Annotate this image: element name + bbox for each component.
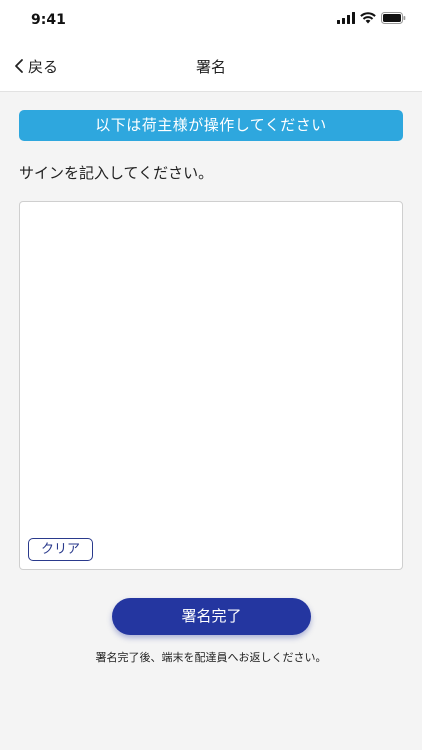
complete-signature-button[interactable]: 署名完了: [112, 598, 311, 635]
status-bar: 9:41: [0, 0, 422, 40]
nav-bar: 戻る 署名: [0, 40, 422, 92]
signature-instruction: サインを記入してください。: [19, 164, 214, 182]
status-icons: [337, 12, 406, 24]
signature-pad[interactable]: クリア: [19, 201, 403, 570]
clear-button[interactable]: クリア: [28, 538, 93, 561]
wifi-icon: [360, 12, 376, 24]
status-time: 9:41: [31, 12, 66, 28]
signal-icon: [337, 12, 355, 24]
return-device-note: 署名完了後、端末を配達員へお返しください。: [95, 651, 327, 664]
battery-icon: [381, 12, 406, 24]
page-title: 署名: [195, 58, 226, 76]
operator-banner: 以下は荷主様が操作してください: [19, 110, 403, 141]
